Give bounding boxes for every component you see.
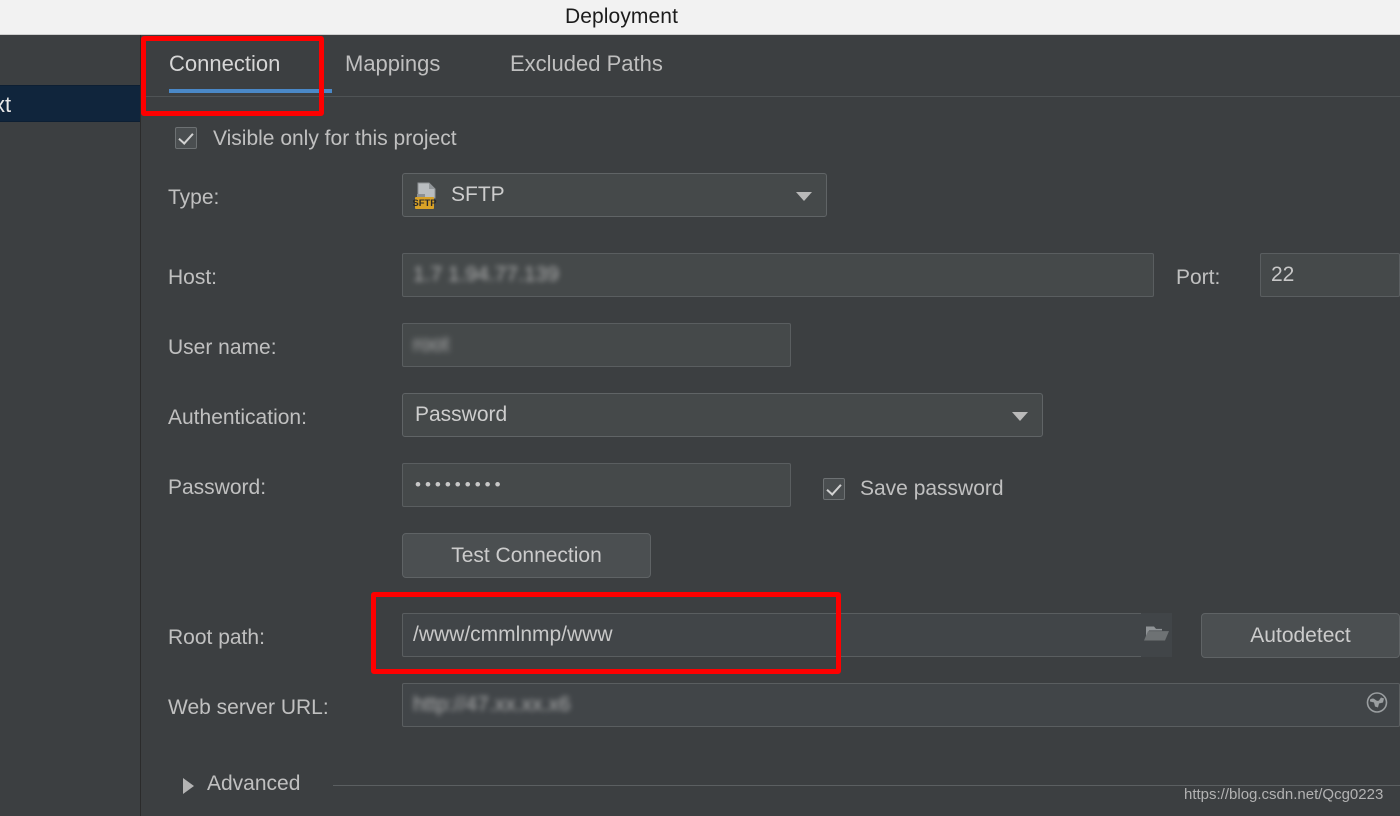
sidebar-item-label: xt xyxy=(0,92,12,117)
tab-bar-divider xyxy=(141,96,1400,97)
host-input[interactable]: 1.7 1.94.77.139 xyxy=(402,253,1154,297)
port-input[interactable]: 22 xyxy=(1260,253,1400,297)
chevron-down-icon xyxy=(1012,412,1028,421)
folder-icon xyxy=(1143,623,1170,648)
port-label: Port: xyxy=(1176,266,1221,289)
globe-icon[interactable] xyxy=(1365,691,1389,720)
tab-connection[interactable]: Connection xyxy=(169,35,280,93)
watermark-text: https://blog.csdn.net/Qcg0223 xyxy=(1184,786,1384,803)
window-title: Deployment xyxy=(564,5,679,28)
web-server-url-label: Web server URL: xyxy=(168,696,329,719)
chevron-right-icon[interactable] xyxy=(183,778,194,794)
tab-active-underline xyxy=(169,89,332,93)
visible-only-checkbox[interactable] xyxy=(175,127,197,149)
password-input[interactable]: ••••••••• xyxy=(402,463,791,507)
username-input[interactable]: root xyxy=(402,323,791,367)
deployment-panel: Connection Mappings Excluded Paths Visib… xyxy=(141,35,1400,816)
port-value: 22 xyxy=(1271,263,1295,286)
tab-bar: Connection Mappings Excluded Paths xyxy=(141,35,1400,97)
test-connection-button[interactable]: Test Connection xyxy=(402,533,651,578)
host-label: Host: xyxy=(168,266,218,289)
username-label: User name: xyxy=(168,336,277,359)
authentication-label: Authentication: xyxy=(168,406,307,429)
web-server-url-value: http://47.xx.xx.x6 xyxy=(413,693,571,716)
type-label: Type: xyxy=(168,186,220,209)
password-value: ••••••••• xyxy=(415,475,505,494)
sftp-file-icon: SFTP xyxy=(412,181,443,211)
root-path-value: /www/cmmlnmp/www xyxy=(413,623,613,646)
root-path-browse-button[interactable] xyxy=(1141,613,1172,657)
visible-only-label: Visible only for this project xyxy=(213,127,457,150)
save-password-checkbox[interactable] xyxy=(823,478,845,500)
type-combobox[interactable]: SFTP SFTP xyxy=(402,173,827,217)
tab-mappings[interactable]: Mappings xyxy=(345,35,440,93)
authentication-value: Password xyxy=(415,403,508,426)
autodetect-button[interactable]: Autodetect xyxy=(1201,613,1400,658)
window-titlebar: Deployment xyxy=(0,0,1400,35)
host-value: 1.7 1.94.77.139 xyxy=(413,263,559,286)
password-label: Password: xyxy=(168,476,267,499)
root-path-input[interactable]: /www/cmmlnmp/www xyxy=(402,613,1172,657)
tab-excluded-paths[interactable]: Excluded Paths xyxy=(510,35,663,93)
advanced-label: Advanced xyxy=(207,772,301,795)
username-value: root xyxy=(413,333,450,356)
chevron-down-icon xyxy=(796,192,812,201)
web-server-url-input[interactable]: http://47.xx.xx.x6 xyxy=(402,683,1400,727)
settings-sidebar: xt xyxy=(0,35,141,816)
save-password-label: Save password xyxy=(860,477,1004,500)
sidebar-item-selected[interactable]: xt xyxy=(0,85,140,122)
authentication-combobox[interactable]: Password xyxy=(402,393,1043,437)
type-value: SFTP xyxy=(451,183,505,206)
svg-text:SFTP: SFTP xyxy=(413,198,437,209)
root-path-label: Root path: xyxy=(168,626,265,649)
